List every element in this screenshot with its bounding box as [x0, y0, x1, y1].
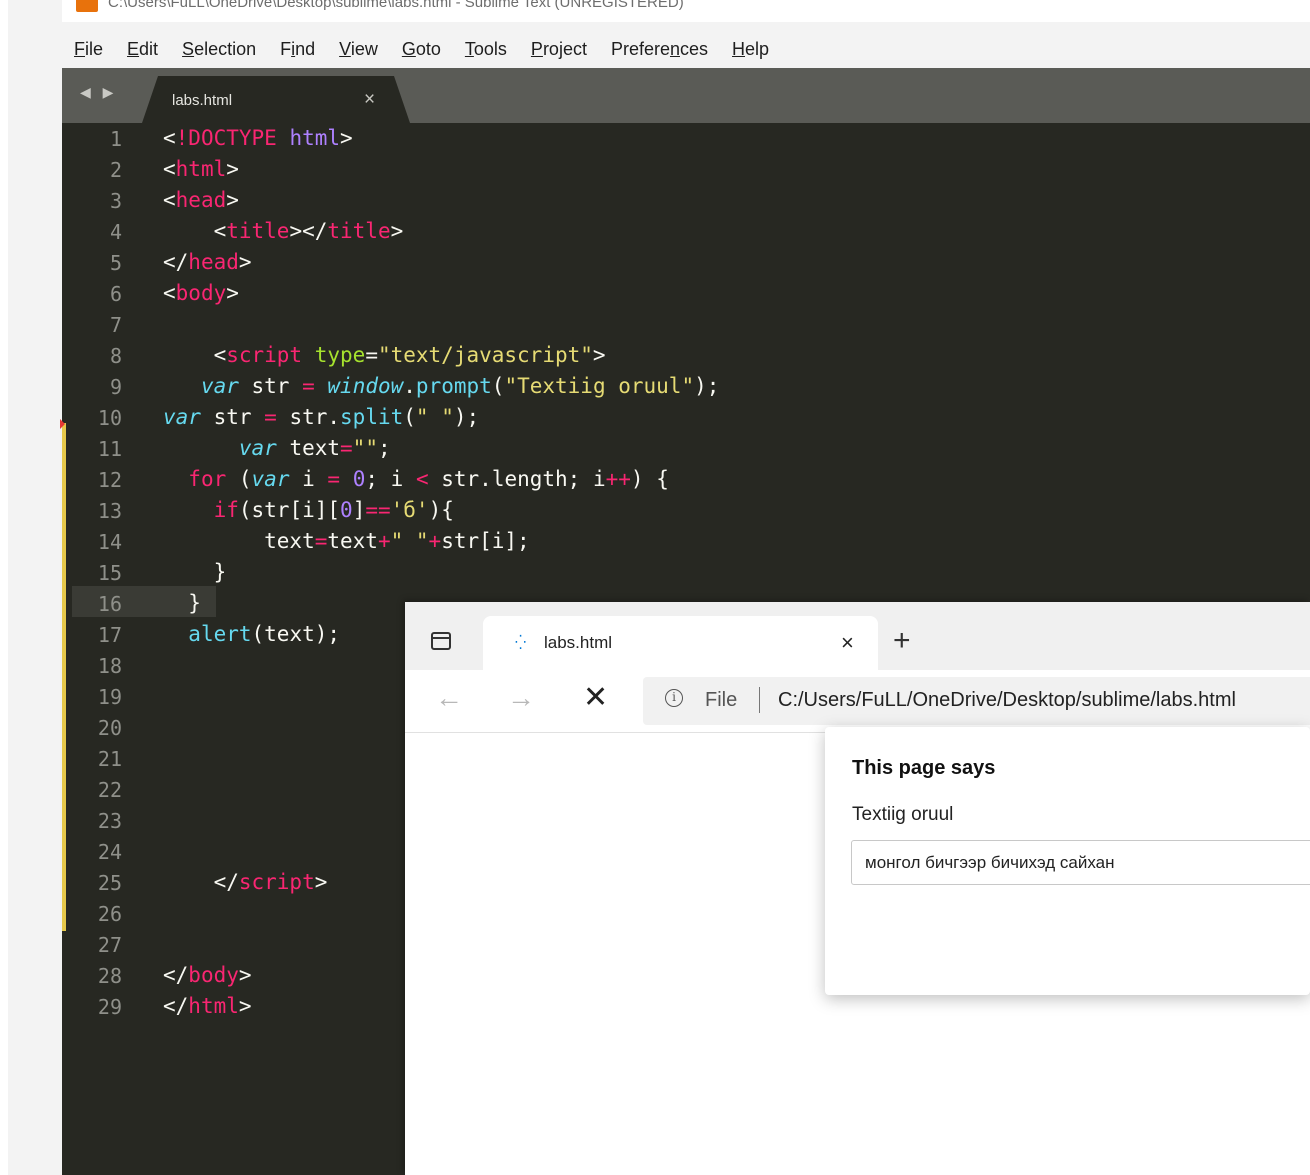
menu-item-5[interactable]: Goto — [402, 39, 441, 60]
line-number: 2 — [109, 158, 122, 182]
line-number: 25 — [97, 871, 122, 895]
code-line: <html> — [163, 157, 239, 181]
line-number: 18 — [97, 654, 122, 678]
menu-item-6[interactable]: Tools — [465, 39, 507, 60]
line-number: 9 — [109, 375, 122, 399]
forward-button[interactable]: → — [507, 682, 535, 714]
code-line: </body> — [163, 963, 252, 987]
info-icon[interactable]: i — [665, 689, 683, 707]
line-number: 20 — [97, 716, 122, 740]
code-line: </script> — [163, 870, 328, 894]
code-line: } — [163, 591, 201, 615]
browser-tab-label: labs.html — [544, 633, 613, 652]
tab-nav-arrows[interactable]: ◀ ▶ — [80, 84, 117, 101]
browser-tab-close-icon[interactable]: × — [841, 630, 854, 656]
prompt-input[interactable] — [851, 840, 1310, 885]
menu-bar: File Edit Selection Find View Goto Tools Projec… — [62, 32, 781, 66]
stop-loading-button[interactable]: ✕ — [583, 680, 608, 715]
line-number: 22 — [97, 778, 122, 802]
address-bar[interactable]: i File C:/Users/FuLL/OneDrive/Desktop/su… — [643, 677, 1310, 725]
code-line: <head> — [163, 188, 239, 212]
code-line: <body> — [163, 281, 239, 305]
code-line: <script type="text/javascript"> — [163, 343, 606, 367]
line-number: 15 — [97, 561, 122, 585]
browser-tab-labs[interactable]: ⁛ labs.html × — [483, 616, 878, 670]
tab-labs-html[interactable]: labs.html × — [142, 76, 410, 123]
menu-item-3[interactable]: Find — [280, 39, 315, 60]
code-line: alert(text); — [188, 622, 341, 646]
browser-toolbar: ← → ✕ i File C:/Users/FuLL/OneDrive/Desk… — [405, 670, 1310, 733]
prompt-dialog: This page says Textiig oruul — [825, 727, 1310, 995]
line-number: 26 — [97, 902, 122, 926]
tab-close-icon[interactable]: × — [364, 89, 375, 111]
sublime-app-icon — [76, 0, 98, 12]
window-title: C:\Users\FuLL\OneDrive\Desktop\sublime\l… — [108, 0, 684, 11]
line-number: 24 — [97, 840, 122, 864]
menu-item-0[interactable]: File — [74, 39, 103, 60]
desktop-strip — [0, 0, 8, 1175]
menu-item-8[interactable]: Preferences — [611, 39, 708, 60]
menu-item-2[interactable]: Selection — [182, 39, 256, 60]
line-number: 19 — [97, 685, 122, 709]
line-number: 12 — [97, 468, 122, 492]
line-number: 16 — [97, 592, 122, 616]
menu-item-1[interactable]: Edit — [127, 39, 158, 60]
menu-item-4[interactable]: View — [339, 39, 378, 60]
tab-actions-icon[interactable] — [431, 632, 451, 650]
code-line: var text=""; — [238, 436, 391, 460]
code-line: var str = str.split(" "); — [163, 405, 480, 429]
line-number: 1 — [109, 127, 122, 151]
line-number: 14 — [97, 530, 122, 554]
editor-tab-bar: ◀ ▶ labs.html × — [62, 68, 1310, 123]
dialog-message: Textiig oruul — [852, 804, 954, 825]
menu-item-9[interactable]: Help — [732, 39, 769, 60]
line-number: 21 — [97, 747, 122, 771]
code-line: if(str[i][0]=='б'){ — [213, 498, 454, 522]
line-number: 6 — [109, 282, 122, 306]
new-tab-button[interactable]: + — [893, 624, 911, 658]
tab-label: labs.html — [172, 92, 233, 109]
code-line: for (var i = 0; i < str.length; i++) { — [188, 467, 669, 491]
line-number: 27 — [97, 933, 122, 957]
back-button[interactable]: ← — [435, 682, 463, 714]
line-number: 29 — [97, 995, 122, 1019]
sublime-title-bar: C:\Users\FuLL\OneDrive\Desktop\sublime\l… — [62, 0, 1310, 22]
line-number: 17 — [97, 623, 122, 647]
code-line: text=text+" "+str[i]; — [163, 529, 530, 553]
line-number: 4 — [109, 220, 122, 244]
line-number: 23 — [97, 809, 122, 833]
line-number: 10 — [97, 406, 122, 430]
code-line: </head> — [163, 250, 252, 274]
line-number: 28 — [97, 964, 122, 988]
address-separator — [759, 687, 760, 713]
url-text[interactable]: C:/Users/FuLL/OneDrive/Desktop/sublime/l… — [778, 689, 1236, 712]
scheme-label: File — [705, 689, 738, 711]
line-number: 8 — [109, 344, 122, 368]
browser-tab-strip: ⁛ labs.html × + — [405, 602, 1310, 670]
code-line: var str = window.prompt("Textiig oruul")… — [200, 374, 720, 398]
loading-spinner-icon: ⁛ — [515, 634, 527, 650]
line-number: 5 — [109, 251, 122, 275]
line-number: 11 — [97, 437, 122, 461]
code-line: } — [163, 560, 227, 584]
line-number: 13 — [97, 499, 122, 523]
menu-item-7[interactable]: Project — [531, 39, 587, 60]
dialog-title: This page says — [852, 757, 996, 779]
code-line: </html> — [163, 994, 252, 1018]
line-number: 7 — [109, 313, 122, 337]
code-line: <title></title> — [163, 219, 404, 243]
code-line: <!DOCTYPE html> — [163, 126, 353, 150]
line-number: 3 — [109, 189, 122, 213]
